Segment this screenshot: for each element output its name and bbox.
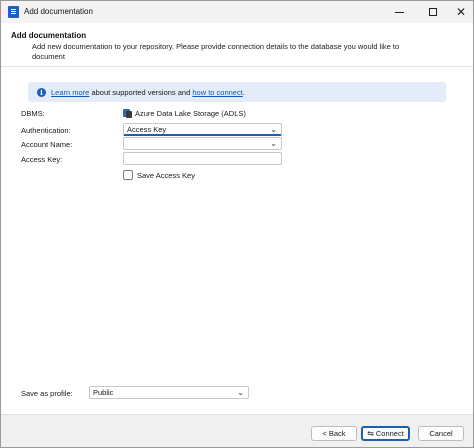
- chevron-down-icon: ⌄: [270, 125, 277, 134]
- dialog-header: Add documentation Add new documentation …: [1, 23, 473, 67]
- add-documentation-window: Add documentation ✕ Add documentation Ad…: [0, 0, 474, 448]
- dbms-value: Azure Data Lake Storage (ADLS): [123, 108, 246, 118]
- window-title: Add documentation: [24, 7, 93, 16]
- page-title: Add documentation: [11, 31, 87, 40]
- dbms-name: Azure Data Lake Storage (ADLS): [135, 108, 246, 118]
- how-to-connect-link[interactable]: how to connect: [192, 88, 242, 97]
- maximize-button[interactable]: [419, 1, 447, 23]
- dialog-content: i Learn more about supported versions an…: [1, 68, 473, 413]
- connect-icon: ⇋: [367, 429, 374, 438]
- chevron-down-icon: ⌄: [237, 388, 244, 397]
- dialog-footer: < Back ⇋ Connect Cancel: [1, 414, 473, 447]
- save-as-profile-label: Save as profile:: [21, 389, 73, 398]
- close-icon: ✕: [455, 5, 467, 19]
- cancel-button[interactable]: Cancel: [418, 426, 464, 441]
- profile-value: Public: [93, 388, 114, 397]
- authentication-select[interactable]: Access Key ⌄: [123, 123, 282, 136]
- save-access-key-label: Save Access Key: [137, 170, 195, 180]
- info-end-text: .: [242, 88, 245, 97]
- page-description: Add new documentation to your repository…: [32, 42, 400, 61]
- close-button[interactable]: ✕: [447, 1, 474, 23]
- access-key-label: Access Key:: [21, 155, 63, 164]
- save-access-key-row: Save Access Key: [123, 170, 195, 180]
- connect-label: Connect: [375, 429, 404, 438]
- authentication-value: Access Key: [127, 125, 167, 134]
- account-name-field[interactable]: ⌄: [123, 137, 282, 150]
- connect-button[interactable]: ⇋ Connect: [361, 426, 410, 441]
- app-icon: [8, 6, 19, 18]
- save-access-key-checkbox[interactable]: [123, 170, 133, 180]
- info-text: Learn more about supported versions and …: [51, 88, 245, 97]
- info-middle-text: about supported versions and: [89, 88, 193, 97]
- access-key-field[interactable]: [123, 152, 282, 165]
- minimize-button[interactable]: [385, 1, 413, 23]
- maximize-icon: [429, 8, 437, 16]
- account-name-label: Account Name:: [21, 140, 73, 149]
- azure-data-lake-icon: [123, 108, 132, 118]
- dbms-label: DBMS:: [21, 109, 45, 118]
- chevron-down-icon: ⌄: [270, 139, 277, 148]
- title-bar: Add documentation ✕: [1, 1, 473, 23]
- minimize-icon: [394, 11, 404, 13]
- info-icon: i: [37, 88, 46, 97]
- authentication-label: Authentication:: [21, 126, 71, 135]
- back-button[interactable]: < Back: [311, 426, 357, 441]
- learn-more-link[interactable]: Learn more: [51, 88, 89, 97]
- info-bar: i Learn more about supported versions an…: [28, 82, 446, 102]
- profile-select[interactable]: Public ⌄: [89, 386, 249, 399]
